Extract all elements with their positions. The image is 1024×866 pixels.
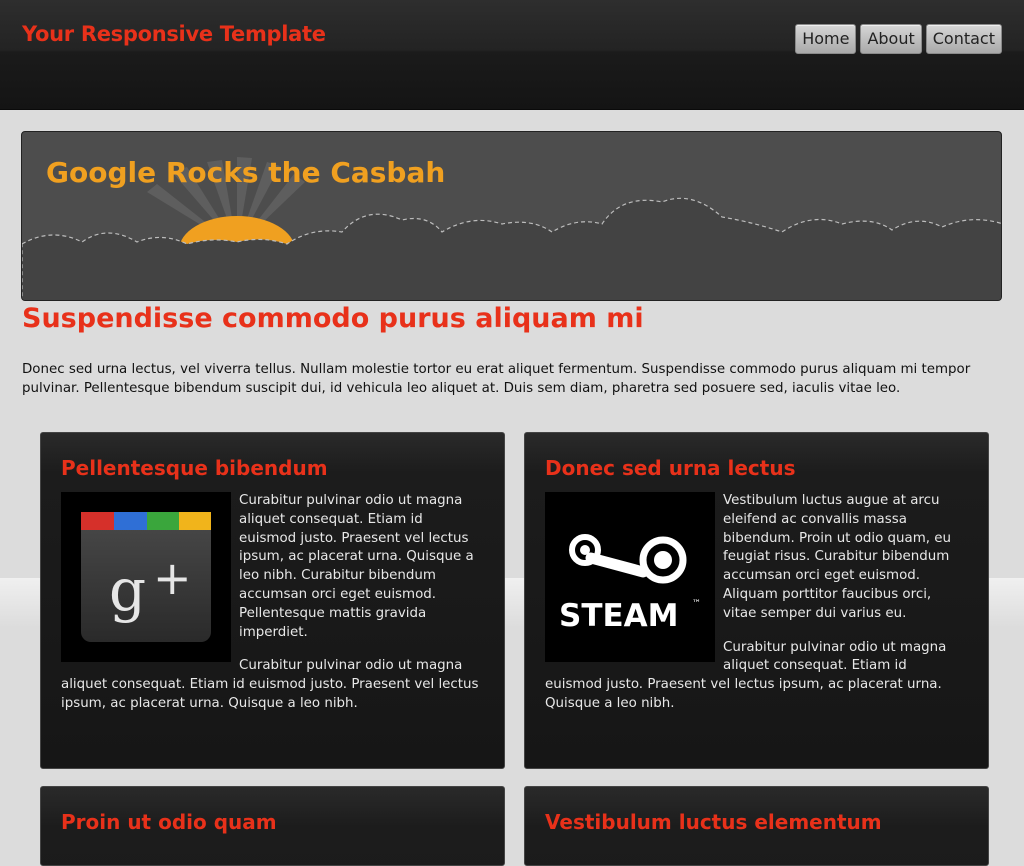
card-title: Proin ut odio quam bbox=[61, 810, 277, 834]
page-heading: Suspendisse commodo purus aliquam mi bbox=[22, 303, 644, 334]
hero-title: Google Rocks the Casbah bbox=[46, 156, 446, 189]
site-title[interactable]: Your Responsive Template bbox=[22, 22, 326, 46]
content-card-4: Vestibulum luctus elementum bbox=[524, 786, 989, 866]
card-paragraph: Curabitur pulvinar odio ut magna aliquet… bbox=[61, 658, 479, 711]
nav-about-button[interactable]: About bbox=[860, 24, 922, 54]
google-plus-icon: g + bbox=[81, 512, 211, 642]
site-header: Your Responsive Template Home About Cont… bbox=[0, 0, 1024, 110]
content-card-3: Proin ut odio quam bbox=[40, 786, 505, 866]
svg-text:g: g bbox=[109, 556, 146, 624]
trademark-symbol: ™ bbox=[692, 599, 701, 609]
card-title: Pellentesque bibendum bbox=[61, 456, 328, 480]
content-card-2: Donec sed urna lectus STEAM ™ Vestibulum… bbox=[524, 432, 989, 769]
card-image: STEAM ™ bbox=[545, 492, 715, 662]
nav-home-button[interactable]: Home bbox=[795, 24, 857, 54]
main-nav: Home About Contact bbox=[795, 24, 1002, 54]
card-title: Donec sed urna lectus bbox=[545, 456, 796, 480]
cloud-layer bbox=[22, 197, 1001, 300]
steam-wordmark: STEAM bbox=[559, 598, 679, 634]
content-card-1: Pellentesque bibendum g + Curabitur pulv… bbox=[40, 432, 505, 769]
hero-banner: Google Rocks the Casbah bbox=[21, 131, 1002, 301]
card-image: g + bbox=[61, 492, 231, 662]
nav-contact-button[interactable]: Contact bbox=[925, 24, 1002, 54]
svg-text:+: + bbox=[153, 551, 192, 605]
card-title: Vestibulum luctus elementum bbox=[545, 810, 882, 834]
intro-paragraph: Donec sed urna lectus, vel viverra tellu… bbox=[22, 362, 971, 396]
steam-logo-icon: STEAM ™ bbox=[559, 534, 701, 634]
